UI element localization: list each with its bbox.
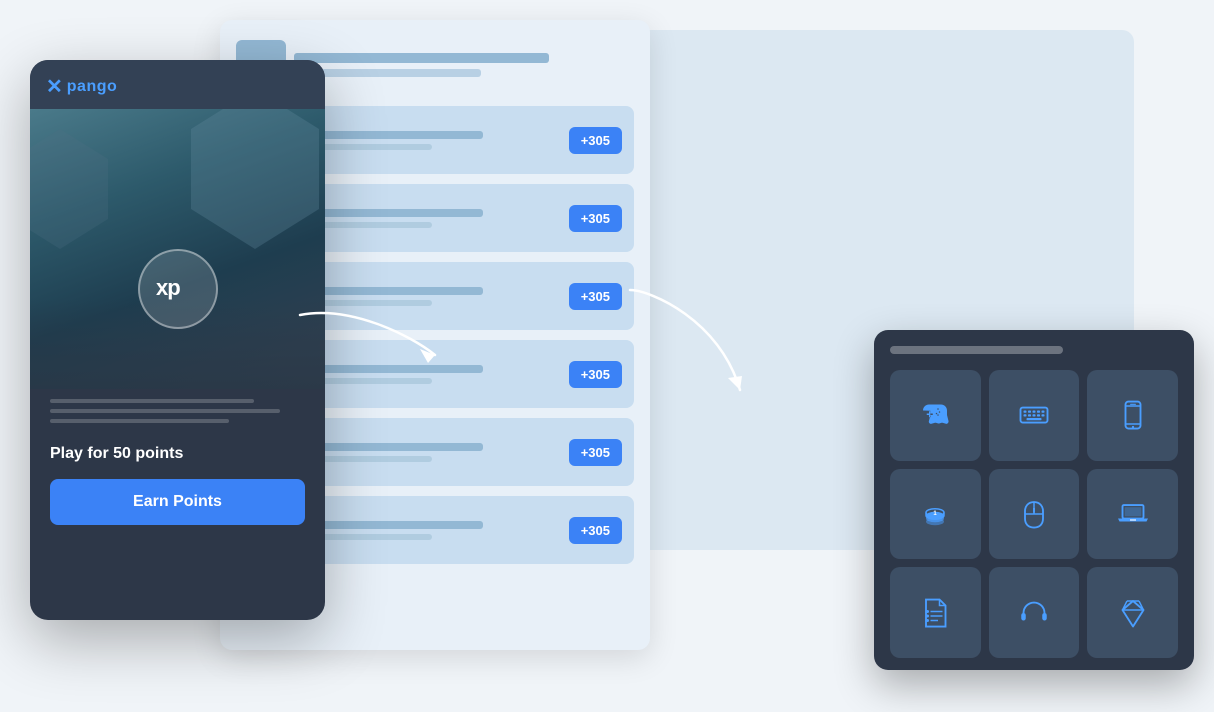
points-badge: +305: [569, 439, 622, 466]
document-icon: [917, 595, 953, 631]
item-line-1: [306, 365, 483, 373]
icon-cell-document[interactable]: [890, 567, 981, 658]
gamepad-icon: [917, 397, 953, 433]
icon-cell-laptop[interactable]: [1087, 469, 1178, 560]
icon-grid: 1: [890, 370, 1178, 658]
menu-line-3: [50, 419, 229, 423]
grid-panel: 1: [874, 330, 1194, 670]
menu-line-2: [50, 409, 280, 413]
mouse-icon: [1016, 496, 1052, 532]
phone-content: Play for 50 points Earn Points: [30, 429, 325, 541]
list-header-lines: [294, 53, 634, 77]
item-line-1: [306, 287, 483, 295]
points-badge: +305: [569, 361, 622, 388]
arrow-phone-to-list: [290, 305, 450, 365]
icon-cell-mouse[interactable]: [989, 469, 1080, 560]
mobile-icon: [1115, 397, 1151, 433]
laptop-icon: [1115, 496, 1151, 532]
play-for-points-text: Play for 50 points: [50, 445, 305, 463]
item-line-1: [306, 209, 483, 217]
hero-xp-circle: xp: [138, 249, 218, 329]
item-lines: [306, 209, 559, 228]
item-line-1: [306, 131, 483, 139]
phone-header: ✕ pango: [30, 60, 325, 109]
points-badge: +305: [569, 517, 622, 544]
keyboard-icon: [1016, 397, 1052, 433]
svg-text:xp: xp: [156, 275, 180, 300]
hero-xp-label: xp: [156, 273, 200, 306]
phone-hero: xp: [30, 109, 325, 389]
item-line-1: [306, 521, 483, 529]
headphones-icon: [1016, 595, 1052, 631]
icon-cell-diamond[interactable]: [1087, 567, 1178, 658]
coins-icon: 1: [917, 496, 953, 532]
hero-polygon-2: [30, 129, 120, 249]
hero-polygon-1: [175, 109, 325, 249]
phone-card: ✕ pango xp Play for 50 points Ea: [30, 60, 325, 620]
points-badge: +305: [569, 205, 622, 232]
item-lines: [306, 443, 559, 462]
icon-cell-headphones[interactable]: [989, 567, 1080, 658]
icon-cell-keyboard[interactable]: [989, 370, 1080, 461]
item-lines: [306, 521, 559, 540]
phone-menu-lines: [30, 389, 325, 423]
menu-line-1: [50, 399, 254, 403]
item-lines: [306, 131, 559, 150]
scene: +305 +305 +305 +305: [0, 0, 1214, 712]
icon-cell-mobile[interactable]: [1087, 370, 1178, 461]
diamond-icon: [1115, 595, 1151, 631]
xpango-logo: ✕ pango: [46, 74, 117, 99]
grid-title-bar: [890, 346, 1063, 354]
arrow-list-to-grid: [620, 280, 760, 400]
icon-cell-coins[interactable]: 1: [890, 469, 981, 560]
logo-text: pango: [67, 78, 118, 96]
points-badge: +305: [569, 127, 622, 154]
item-lines: [306, 365, 559, 384]
points-badge: +305: [569, 283, 622, 310]
item-lines: [306, 287, 559, 306]
item-line-1: [306, 443, 483, 451]
x-logo-icon: ✕: [46, 74, 63, 99]
icon-cell-gamepad[interactable]: [890, 370, 981, 461]
earn-points-button[interactable]: Earn Points: [50, 479, 305, 525]
header-line-1: [294, 53, 549, 63]
